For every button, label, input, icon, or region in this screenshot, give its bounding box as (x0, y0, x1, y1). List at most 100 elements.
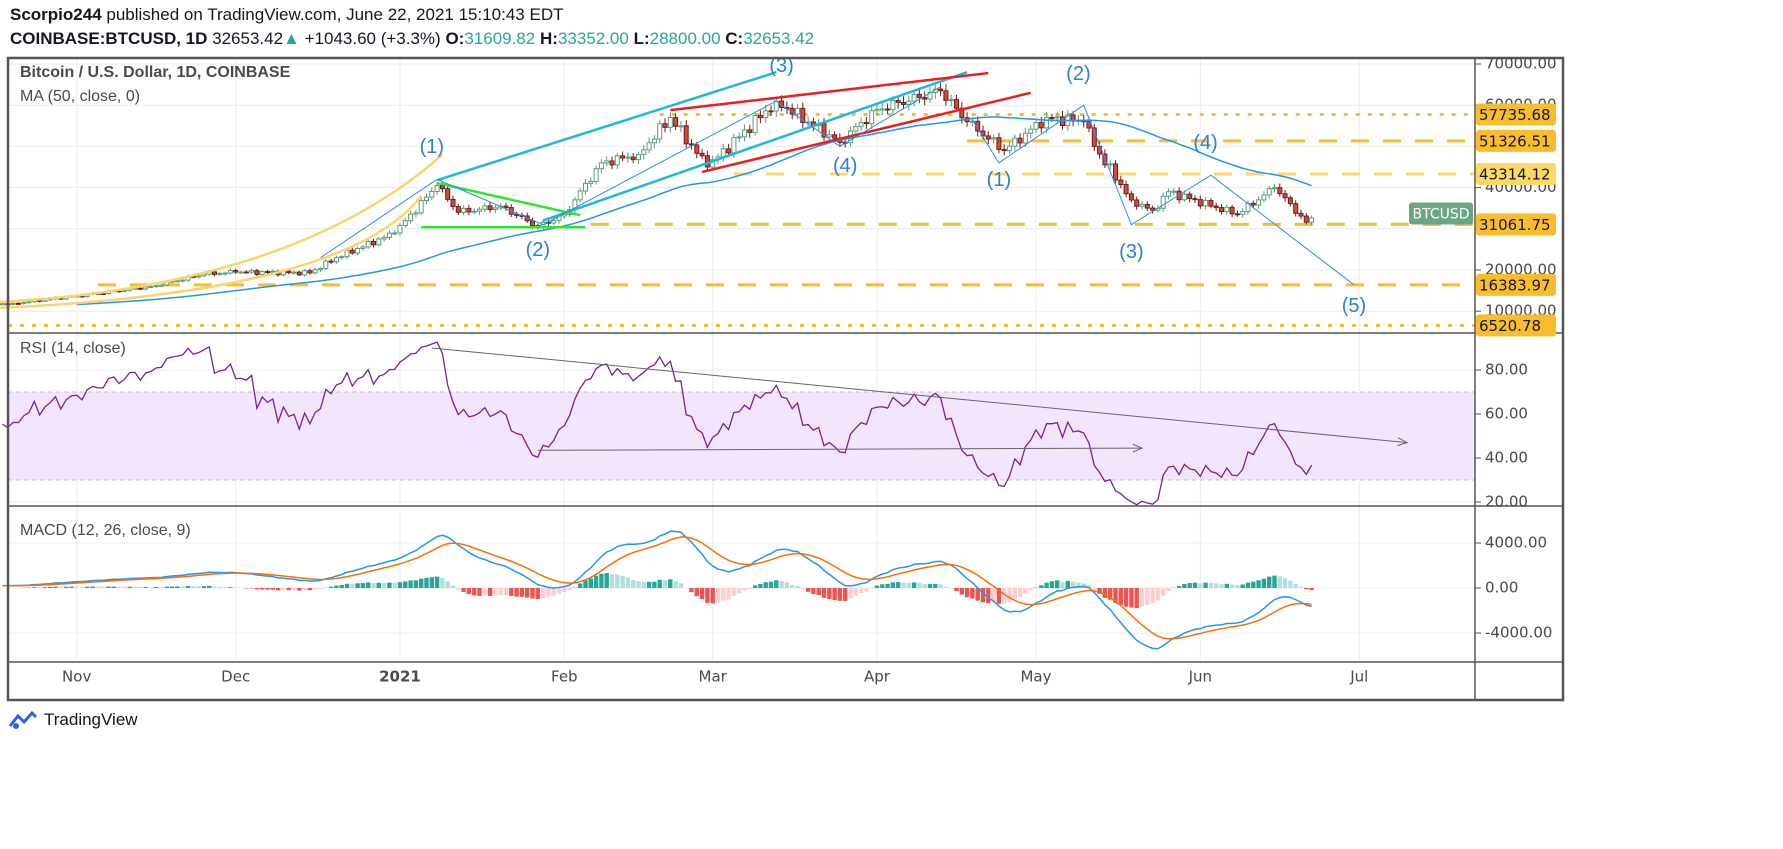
candle-up (657, 123, 663, 140)
time-axis-label: Mar (699, 668, 728, 686)
price-pane-legend: Bitcoin / U.S. Dollar, 1D, COINBASE (20, 64, 291, 81)
macd-histogram-bar (148, 587, 154, 588)
macd-histogram-bar (1012, 588, 1017, 599)
macd-histogram-bar (1023, 588, 1028, 594)
macd-histogram-bar (1166, 588, 1171, 591)
macd-histogram-bar (381, 582, 387, 588)
macd-histogram-bar (217, 586, 222, 588)
candle-up (583, 182, 588, 192)
macd-histogram-bar (101, 586, 106, 588)
candle-up (874, 108, 880, 112)
macd-histogram-bar (408, 580, 413, 588)
candle-up (720, 148, 726, 158)
candle-up (222, 272, 228, 275)
macd-histogram-bar (1017, 588, 1023, 597)
macd-histogram-bar (403, 581, 408, 588)
candle-down (922, 97, 928, 100)
macd-histogram-bar (917, 583, 922, 588)
macd-histogram-bar (572, 586, 578, 588)
macd-histogram-bar (498, 588, 503, 596)
candle-down (1150, 207, 1156, 211)
macd-histogram-bar (652, 581, 657, 588)
macd-histogram-bar (143, 586, 148, 588)
macd-histogram-bar (328, 586, 334, 588)
macd-histogram-bar (265, 588, 270, 590)
macd-histogram-bar (122, 586, 127, 588)
level-price-label: 51326.51 (1479, 132, 1551, 150)
candle (752, 111, 758, 136)
candle-down (954, 99, 959, 109)
candle-down (328, 260, 334, 263)
macd-histogram-bar (1033, 586, 1039, 588)
macd-histogram-bar (811, 588, 816, 595)
macd-histogram-bar (1240, 584, 1245, 588)
macd-histogram-bar (970, 588, 975, 599)
macd-histogram-bar (805, 588, 811, 592)
level-price-label: 6520.78 (1479, 317, 1541, 335)
macd-histogram-bar (874, 585, 880, 588)
candle-down (307, 270, 313, 274)
macd-histogram-bar (609, 574, 615, 588)
candle-down (1219, 207, 1224, 213)
candle-down (916, 93, 922, 99)
chart-canvas[interactable]: (1)(2)(3)(4)(1)(2)(3)(4)(5)70000.0060000… (0, 0, 1783, 849)
macd-histogram-bar (593, 575, 599, 588)
macd-histogram-bar (249, 588, 254, 589)
candle-down (450, 198, 456, 208)
macd-histogram-bar (885, 583, 890, 588)
macd-histogram-bar (699, 588, 705, 600)
candle-down (1197, 199, 1203, 207)
macd-histogram-bar (350, 583, 355, 588)
candle-up (482, 205, 488, 210)
macd-histogram-bar (837, 588, 843, 601)
candle-down (445, 188, 451, 200)
candle-down (1118, 179, 1124, 186)
macd-histogram-bar (1145, 588, 1150, 606)
macd-histogram-bar (1044, 582, 1049, 588)
macd-histogram-bar (726, 588, 731, 600)
macd-histogram-bar (63, 586, 69, 588)
tradingview-logo[interactable]: TradingView (8, 710, 138, 730)
candle-up (1224, 206, 1230, 213)
macd-histogram-bar (514, 588, 519, 597)
macd-histogram-bar (562, 588, 567, 592)
macd-histogram-bar (525, 588, 530, 598)
candle-up (1033, 122, 1039, 130)
macd-histogram-bar (530, 588, 535, 599)
macd-histogram-bar (1161, 588, 1166, 596)
candle-up (736, 136, 742, 139)
candle-down (1144, 203, 1150, 209)
candle-up (424, 196, 429, 202)
candle-down (1123, 184, 1129, 195)
macd-histogram-bar (604, 573, 609, 588)
time-axis-label: Nov (62, 668, 91, 686)
candle-up (10, 302, 16, 305)
macd-histogram-bar (694, 588, 699, 597)
candle-up (365, 240, 371, 248)
macd-histogram-bar (922, 584, 927, 588)
candle-up (461, 207, 467, 213)
macd-histogram-bar (503, 588, 509, 596)
candle-down (1208, 200, 1214, 207)
macd-histogram-bar (138, 587, 143, 588)
macd-histogram-bar (1039, 585, 1044, 588)
macd-histogram-bar (662, 579, 668, 588)
candle-down (895, 100, 901, 103)
macd-histogram-bar (673, 581, 678, 588)
candle-down (212, 271, 217, 275)
candle-down (1229, 206, 1235, 215)
macd-histogram-bar (625, 577, 631, 588)
candle-down (938, 88, 944, 92)
macd-histogram-bar (1092, 588, 1097, 590)
rsi-tick-label: 20.00 (1485, 493, 1528, 511)
rsi-tick-label: 60.00 (1485, 405, 1528, 423)
candle-down (466, 207, 472, 213)
macd-histogram-bar (519, 588, 525, 597)
macd-histogram-bar (106, 586, 111, 588)
macd-histogram-bar (180, 586, 185, 588)
candle-down (233, 270, 239, 273)
macd-histogram-bar (864, 588, 869, 592)
candle-down (757, 114, 763, 119)
rsi-tick-label: 40.00 (1485, 449, 1528, 467)
candle-down (699, 152, 705, 157)
